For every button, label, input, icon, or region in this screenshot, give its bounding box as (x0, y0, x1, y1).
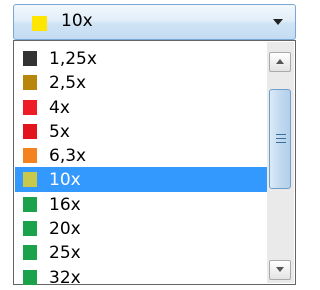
grip-icon (276, 134, 286, 143)
list-item[interactable]: 2,5x (15, 70, 267, 94)
scroll-down-button[interactable] (269, 260, 291, 280)
color-swatch (23, 269, 37, 285)
vertical-scrollbar[interactable] (267, 42, 294, 283)
color-swatch (23, 148, 37, 164)
list-item[interactable]: 1,25x (15, 46, 267, 70)
scrollbar-thumb[interactable] (269, 89, 291, 189)
item-label: 25x (49, 243, 81, 264)
list-item[interactable]: 20x (15, 216, 267, 240)
list-item[interactable]: 10x (15, 167, 267, 192)
list-item[interactable]: 6,3x (15, 143, 267, 167)
chevron-down-icon[interactable] (273, 19, 283, 25)
color-swatch (23, 123, 37, 139)
dropdown-list: 1,25x 2,5x 4x 5x 6,3x 10x 16x 20x 25x 32x (13, 40, 296, 288)
scroll-up-arrow-icon (276, 59, 284, 64)
list-item[interactable]: 5x (15, 119, 267, 143)
color-swatch (23, 75, 37, 91)
color-swatch (23, 196, 37, 212)
item-label: 10x (49, 170, 81, 191)
item-label: 5x (49, 121, 70, 142)
color-swatch (23, 245, 37, 261)
item-label: 4x (49, 97, 70, 118)
dropdown-items: 1,25x 2,5x 4x 5x 6,3x 10x 16x 20x 25x 32x (15, 46, 267, 289)
scroll-up-button[interactable] (269, 52, 291, 72)
color-swatch (23, 172, 37, 188)
list-item[interactable]: 25x (15, 240, 267, 264)
item-label: 16x (49, 194, 81, 215)
item-label: 6,3x (49, 146, 87, 167)
selected-color-swatch (32, 16, 47, 31)
color-swatch (23, 99, 37, 115)
color-swatch (23, 51, 37, 66)
scroll-down-arrow-icon (276, 267, 284, 272)
list-item[interactable]: 4x (15, 95, 267, 119)
item-label: 2,5x (49, 73, 87, 94)
color-swatch (23, 221, 37, 237)
selected-value: 10x (61, 11, 93, 31)
magnification-combobox[interactable]: 10x (13, 4, 296, 40)
item-label: 20x (49, 219, 81, 240)
list-item[interactable]: 32x (15, 265, 267, 289)
item-label: 1,25x (49, 49, 97, 69)
list-item[interactable]: 16x (15, 192, 267, 216)
item-label: 32x (49, 267, 81, 288)
